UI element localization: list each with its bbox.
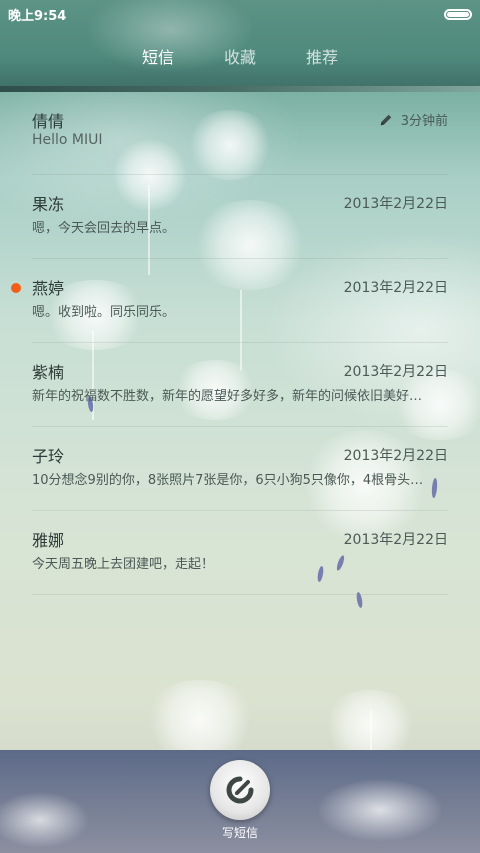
- conversation-item[interactable]: 燕婷 2013年2月22日 嗯。收到啦。同乐同乐。: [11, 259, 448, 343]
- contact-name: 雅娜: [32, 531, 65, 550]
- tab-favorites[interactable]: 收藏: [199, 44, 281, 72]
- contact-name: 子玲: [32, 447, 65, 466]
- message-preview: Hello MIUI: [32, 132, 103, 148]
- message-preview: 嗯。收到啦。同乐同乐。: [32, 305, 176, 320]
- contact-name: 燕婷: [32, 279, 65, 298]
- conversation-item[interactable]: 果冻 2013年2月22日 嗯，今天会回去的早点。: [32, 175, 448, 259]
- pencil-icon: [380, 114, 391, 125]
- status-time: 晚上9:54: [8, 8, 67, 24]
- conversation-item[interactable]: 紫楠 2013年2月22日 新年的祝福数不胜数，新年的愿望好多好多，新年的问候依…: [32, 343, 448, 427]
- tab-bar: 短信 收藏 推荐: [0, 44, 480, 72]
- unread-dot-icon: [11, 283, 21, 293]
- bottom-bar: 写短信: [0, 750, 480, 853]
- conversation-item[interactable]: 子玲 2013年2月22日 10分想念9别的你，8张照片7张是你，6只小狗5只像…: [32, 427, 448, 511]
- contact-name: 果冻: [32, 195, 65, 214]
- message-date: 2013年2月22日: [343, 196, 448, 212]
- draft-indicator: 3分钟前: [379, 110, 448, 129]
- conversation-item[interactable]: 雅娜 2013年2月22日 今天周五晚上去团建吧，走起！: [32, 511, 448, 595]
- compose-icon: [226, 776, 254, 804]
- message-preview: 嗯，今天会回去的早点。: [32, 221, 176, 236]
- status-bar: 晚上9:54: [0, 0, 480, 28]
- contact-name: 倩倩: [32, 112, 65, 131]
- conversation-item[interactable]: 倩倩 3分钟前 Hello MIUI: [32, 92, 448, 175]
- message-preview: 今天周五晚上去团建吧，走起！: [32, 557, 215, 572]
- message-preview: 10分想念9别的你，8张照片7张是你，6只小狗5只像你，4根骨头…: [32, 473, 424, 488]
- message-date: 2013年2月22日: [343, 448, 448, 464]
- compose-label: 写短信: [221, 826, 258, 840]
- message-preview: 新年的祝福数不胜数，新年的愿望好多好多，新年的问候依旧美好…: [32, 389, 423, 404]
- conversation-list: 倩倩 3分钟前 Hello MIUI 果冻 2013年2月22日 嗯，今天会回去…: [0, 92, 480, 595]
- message-date: 2013年2月22日: [343, 280, 448, 296]
- contact-name: 紫楠: [32, 363, 65, 382]
- compose-button[interactable]: [210, 760, 270, 820]
- tab-recommended[interactable]: 推荐: [281, 44, 363, 72]
- message-time: 3分钟前: [400, 114, 448, 129]
- battery-icon: [444, 8, 472, 20]
- tab-messages[interactable]: 短信: [117, 44, 199, 72]
- message-date: 2013年2月22日: [343, 364, 448, 380]
- message-date: 2013年2月22日: [343, 532, 448, 548]
